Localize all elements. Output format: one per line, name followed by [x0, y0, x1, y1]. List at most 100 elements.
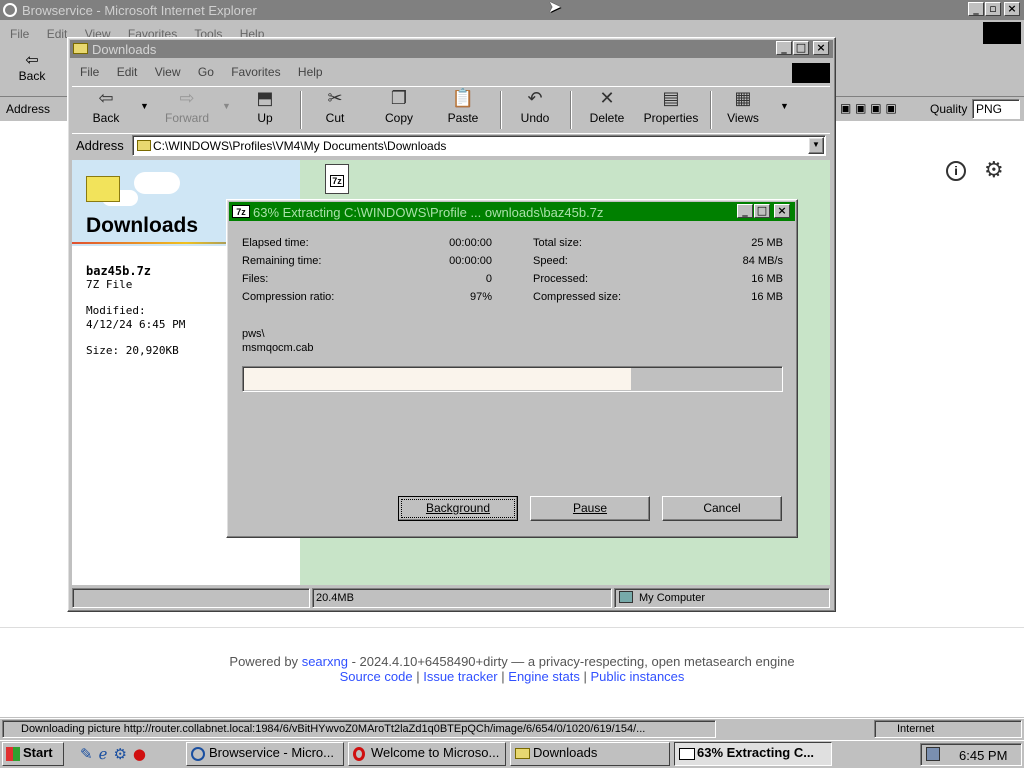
start-windows-icon [6, 747, 20, 761]
extract-progress-bar [242, 366, 783, 392]
downloads-title-bar: Downloads _ □ × [70, 40, 833, 58]
properties-icon: ▤ [662, 88, 680, 109]
address-dropdown-button[interactable]: ▼ [808, 137, 824, 154]
explorer-menu-view[interactable]: View [155, 65, 181, 79]
cloud-shape [134, 172, 180, 194]
menu-file[interactable]: File [10, 27, 29, 41]
explorer-menu-file[interactable]: File [80, 65, 99, 79]
info-icon[interactable]: i [946, 161, 966, 181]
remaining-time-label: Remaining time: [242, 255, 322, 267]
back-icon: ⇦ [98, 88, 114, 109]
task-downloads[interactable]: Downloads [510, 742, 670, 766]
views-dropdown-icon[interactable]: ▼ [780, 101, 789, 111]
back-arrow-icon: ⇦ [25, 50, 39, 69]
file-item-baz45b[interactable]: 7z [325, 164, 349, 194]
downloads-task-folder-icon [515, 748, 530, 759]
tray-schedule-icon[interactable] [926, 747, 940, 761]
back-label: Back [18, 69, 46, 83]
settings-gear-icon[interactable]: ⚙ [984, 160, 1004, 182]
tb-views-label: Views [727, 111, 759, 125]
minimize-button[interactable]: _ [968, 2, 984, 16]
ie-icon [3, 3, 17, 17]
ie-status-text: Downloading picture http://router.collab… [21, 723, 646, 735]
quality-select[interactable]: PNG [972, 99, 1020, 119]
background-button-label: Background [425, 501, 491, 515]
extract-title: 63% Extracting C:\WINDOWS\Profile ... ow… [253, 205, 604, 220]
explorer-menu-bar: File Edit View Go Favorites Help [80, 65, 337, 79]
tb-back-label: Back [92, 111, 120, 125]
explorer-menu-favorites[interactable]: Favorites [231, 65, 280, 79]
address-folder-icon [137, 140, 151, 151]
explorer-address-field[interactable]: C:\WINDOWS\Profiles\VM4\My Documents\Dow… [132, 135, 826, 156]
searxng-link[interactable]: searxng [302, 654, 348, 669]
start-label: Start [23, 745, 53, 760]
tb-cut-button[interactable]: ✂ Cut [310, 87, 360, 131]
tb-up-button[interactable]: ⬒ Up [240, 87, 290, 131]
public-instances-link[interactable]: Public instances [590, 669, 684, 684]
7zip-task-icon [679, 748, 695, 760]
back-dropdown-icon[interactable]: ▼ [140, 101, 149, 111]
ie-status-bar: Downloading picture http://router.collab… [0, 718, 1024, 738]
footer-divider [0, 627, 1024, 628]
tb-copy-button[interactable]: ❐ Copy [374, 87, 424, 131]
explorer-status-zone: My Computer [639, 592, 706, 604]
7zip-icon: 7z [232, 205, 250, 218]
tb-delete-button[interactable]: ✕ Delete [580, 87, 634, 131]
tb-properties-label: Properties [643, 111, 699, 125]
version-text: - 2024.4.10+6458490+dirty — a privacy-re… [351, 654, 795, 669]
close-button[interactable]: × [1004, 2, 1020, 16]
restore-button[interactable]: ▫ [985, 2, 1001, 16]
task-downloads-label: Downloads [533, 745, 598, 760]
explorer-menu-edit[interactable]: Edit [117, 65, 138, 79]
pause-button[interactable]: Pause [530, 496, 650, 521]
quicklaunch-icons[interactable]: ✎ℯ⚙● [80, 745, 152, 763]
files-label: Files: [242, 273, 269, 285]
explorer-status-size: 20.4MB [316, 592, 354, 604]
compression-ratio-value: 97% [469, 291, 492, 303]
source-code-link[interactable]: Source code [340, 669, 413, 684]
cancel-button[interactable]: Cancel [662, 496, 782, 521]
task-extracting[interactable]: 63% Extracting C... [674, 742, 832, 766]
explorer-close-button[interactable]: × [813, 41, 829, 55]
extract-close-button[interactable]: × [774, 204, 790, 218]
tb-forward-label: Forward [164, 111, 209, 125]
issue-tracker-link[interactable]: Issue tracker [423, 669, 497, 684]
compression-ratio-label: Compression ratio: [242, 291, 335, 303]
tb-undo-button[interactable]: ↶ Undo [510, 87, 560, 131]
views-grid-icon: ▦ [734, 88, 752, 109]
tb-paste-button[interactable]: 📋 Paste [438, 87, 488, 131]
explorer-status-panel-3: My Computer [614, 588, 830, 608]
tb-forward-button[interactable]: ⇨ Forward [154, 87, 220, 131]
tb-views-button[interactable]: ▦ Views [718, 87, 768, 131]
progress-fill [244, 368, 631, 390]
tb-back-button[interactable]: ⇦ Back [76, 87, 136, 131]
extract-minimize-button[interactable]: _ [737, 204, 753, 218]
explorer-maximize-button[interactable]: □ [793, 41, 809, 55]
tb-paste-label: Paste [447, 111, 479, 125]
forward-dropdown-icon[interactable]: ▼ [222, 101, 231, 111]
extract-title-bar: 7z 63% Extracting C:\WINDOWS\Profile ...… [229, 202, 795, 221]
background-button[interactable]: Background [398, 496, 518, 521]
engine-stats-link[interactable]: Engine stats [508, 669, 580, 684]
explorer-toolbar: ⇦ Back ▼ ⇨ Forward ▼ ⬒ Up ✂ Cut ❐ Copy 📋 Paste… [72, 86, 830, 132]
task-extracting-label: 63% Extracting C... [697, 745, 815, 760]
selected-file-name: baz45b.7z [86, 264, 152, 278]
explorer-menu-go[interactable]: Go [198, 65, 214, 79]
task-opera[interactable]: Welcome to Microso... [348, 742, 506, 766]
toolbar-separator [500, 91, 502, 129]
toolbar-separator [710, 91, 712, 129]
tb-up-label: Up [257, 111, 273, 125]
extract-maximize-button[interactable]: □ [754, 204, 770, 218]
ie-toolbar-icons[interactable]: ▣ ▣ ▣ ▣ [840, 101, 897, 115]
ie-task-icon [191, 747, 205, 761]
tb-properties-button[interactable]: ▤ Properties [638, 87, 704, 131]
menu-edit[interactable]: Edit [47, 27, 68, 41]
task-browservice[interactable]: Browservice - Micro... [186, 742, 344, 766]
pause-button-label: Pause [572, 501, 608, 515]
explorer-menu-help[interactable]: Help [298, 65, 323, 79]
explorer-windows-logo [792, 63, 830, 83]
undo-icon: ↶ [527, 88, 543, 109]
explorer-minimize-button[interactable]: _ [776, 41, 792, 55]
ie-back-button[interactable]: ⇦ Back [12, 50, 52, 90]
windows-logo [983, 22, 1021, 44]
